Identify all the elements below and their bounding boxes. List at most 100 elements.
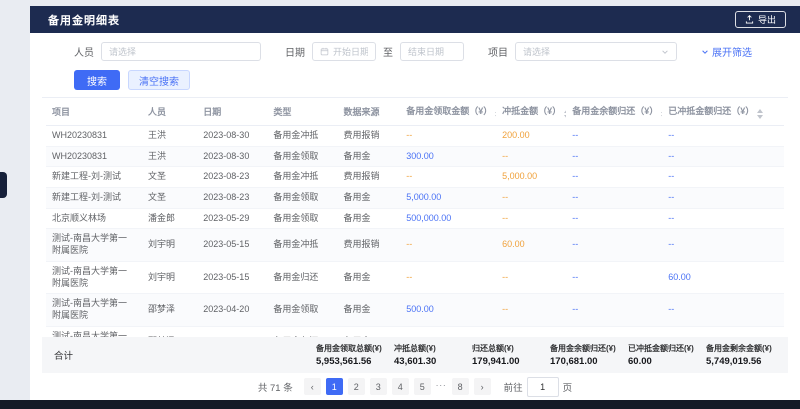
table-cell: -- bbox=[496, 261, 566, 293]
table-cell: WH20230831 bbox=[46, 126, 142, 147]
summary-item-label: 归还总额(¥) bbox=[472, 343, 546, 354]
summary-item-value: 5,749,019.56 bbox=[706, 356, 780, 367]
table-cell: 测试-南昌大学第一附属医院 bbox=[46, 229, 142, 261]
app-card: 备用金明细表 导出 人员 日期 bbox=[30, 6, 800, 400]
column-header[interactable]: 备用金余额归还（¥） bbox=[566, 98, 662, 126]
export-button[interactable]: 导出 bbox=[735, 11, 786, 28]
export-icon bbox=[745, 15, 754, 24]
page-button-5[interactable]: 5 bbox=[414, 378, 431, 395]
table-cell: -- bbox=[566, 167, 662, 188]
table-cell: 费用报销 bbox=[338, 126, 401, 147]
person-select[interactable] bbox=[101, 42, 261, 61]
date-filter-label: 日期 bbox=[285, 44, 305, 59]
project-select[interactable]: 请选择 bbox=[515, 42, 677, 61]
table-cell: 100.00 bbox=[566, 326, 662, 337]
table-cell: -- bbox=[662, 229, 784, 261]
goto-page-group: 前往 页 bbox=[504, 377, 573, 397]
page-title: 备用金明细表 bbox=[48, 12, 120, 28]
column-header[interactable]: 已冲抵金额归还（¥） bbox=[662, 98, 784, 126]
table-cell: 备用金领取 bbox=[267, 208, 337, 229]
expand-filters-link[interactable]: 展开筛选 bbox=[701, 44, 752, 59]
column-header-label: 备用金领取金额（¥） bbox=[406, 106, 492, 116]
start-date-input[interactable] bbox=[312, 42, 376, 61]
next-page-button[interactable]: › bbox=[474, 378, 491, 395]
calendar-icon bbox=[320, 47, 329, 56]
column-header-label: 人员 bbox=[148, 107, 166, 117]
person-select-input[interactable] bbox=[109, 47, 253, 57]
start-date-field[interactable] bbox=[333, 47, 368, 57]
column-header-label: 备用金余额归还（¥） bbox=[572, 106, 658, 116]
table-cell: 文圣 bbox=[142, 188, 197, 209]
table-cell: 备用金 bbox=[338, 188, 401, 209]
table-cell: 潘金郎 bbox=[142, 208, 197, 229]
table-cell: 刘宇明 bbox=[142, 261, 197, 293]
table-cell: 备用金领取 bbox=[267, 146, 337, 167]
table-cell: 文圣 bbox=[142, 167, 197, 188]
table-cell: 备用金领取 bbox=[267, 294, 337, 326]
goto-page-input[interactable] bbox=[527, 377, 559, 397]
table-cell: 200.00 bbox=[496, 126, 566, 147]
end-date-field[interactable] bbox=[408, 47, 456, 57]
table-body: WH20230831王洪2023-08-30备用金冲抵费用报销--200.00-… bbox=[46, 126, 784, 338]
table-cell: -- bbox=[496, 208, 566, 229]
page-button-8[interactable]: 8 bbox=[452, 378, 469, 395]
content-area: 人员 日期 bbox=[30, 33, 800, 400]
table-cell: 60.00 bbox=[496, 229, 566, 261]
summary-item-value: 179,941.00 bbox=[472, 356, 546, 367]
table-cell: 备用金冲抵 bbox=[267, 167, 337, 188]
table-cell: 2023-05-15 bbox=[197, 261, 267, 293]
pagination-bar: 共 71 条 ‹ 12345...8 › 前往 页 bbox=[42, 373, 788, 400]
table-cell: -- bbox=[566, 146, 662, 167]
table-row: 新建工程-刘-测试文圣2023-08-23备用金领取备用金5,000.00---… bbox=[46, 188, 784, 209]
table-cell: 5,000.00 bbox=[400, 188, 496, 209]
expand-chevron-icon bbox=[701, 48, 709, 56]
sort-icon[interactable] bbox=[495, 109, 496, 119]
bottom-strip bbox=[0, 400, 800, 409]
person-filter-label: 人员 bbox=[74, 44, 94, 59]
column-header[interactable]: 备用金领取金额（¥） bbox=[400, 98, 496, 126]
summary-total-label: 合计 bbox=[46, 348, 316, 362]
page-button-4[interactable]: 4 bbox=[392, 378, 409, 395]
sort-icon[interactable] bbox=[757, 109, 763, 119]
sort-icon[interactable] bbox=[564, 109, 566, 119]
sort-icon[interactable] bbox=[661, 109, 662, 119]
side-drawer-handle[interactable] bbox=[0, 172, 7, 198]
goto-label: 前往 bbox=[504, 380, 523, 394]
table-cell: 备用金 bbox=[338, 326, 401, 337]
table-cell: -- bbox=[662, 188, 784, 209]
summary-item-value: 5,953,561.56 bbox=[316, 356, 390, 367]
table-cell: 备用金冲抵 bbox=[267, 229, 337, 261]
prev-page-button[interactable]: ‹ bbox=[304, 378, 321, 395]
table-cell: 测试-南昌大学第一附属医院 bbox=[46, 294, 142, 326]
summary-item-value: 43,601.30 bbox=[394, 356, 468, 367]
table-cell: -- bbox=[496, 294, 566, 326]
table-cell: 500.00 bbox=[400, 294, 496, 326]
date-filter-group: 日期 至 bbox=[285, 42, 464, 61]
table-cell: 费用报销 bbox=[338, 229, 401, 261]
table-row: 测试-南昌大学第一附属医院邵梦泽2023-04-20备用金领取备用金500.00… bbox=[46, 294, 784, 326]
clear-search-button[interactable]: 清空搜索 bbox=[128, 70, 190, 90]
table-cell: -- bbox=[400, 326, 496, 337]
table-cell: 王洪 bbox=[142, 146, 197, 167]
end-date-input[interactable] bbox=[400, 42, 464, 61]
page-button-1[interactable]: 1 bbox=[326, 378, 343, 395]
column-header[interactable]: 冲抵金额（¥） bbox=[496, 98, 566, 126]
table-cell: -- bbox=[496, 188, 566, 209]
column-header-label: 冲抵金额（¥） bbox=[502, 106, 561, 116]
column-header-label: 日期 bbox=[203, 107, 221, 117]
column-header: 数据来源 bbox=[338, 98, 401, 126]
page-button-3[interactable]: 3 bbox=[370, 378, 387, 395]
goto-suffix: 页 bbox=[563, 380, 573, 394]
search-button[interactable]: 搜索 bbox=[74, 70, 120, 90]
column-header: 人员 bbox=[142, 98, 197, 126]
table-cell: -- bbox=[566, 261, 662, 293]
export-button-label: 导出 bbox=[758, 13, 776, 26]
summary-item-label: 备用金剩余金额(¥) bbox=[706, 343, 780, 354]
table-row: 测试-南昌大学第一附属医院邵梦泽2023-04-20备用金归还备用金----10… bbox=[46, 326, 784, 337]
table-cell: 5,000.00 bbox=[496, 167, 566, 188]
page-button-2[interactable]: 2 bbox=[348, 378, 365, 395]
column-header: 项目 bbox=[46, 98, 142, 126]
person-filter-group: 人员 bbox=[74, 42, 261, 61]
table-cell: -- bbox=[566, 188, 662, 209]
table-cell: 2023-04-20 bbox=[197, 294, 267, 326]
